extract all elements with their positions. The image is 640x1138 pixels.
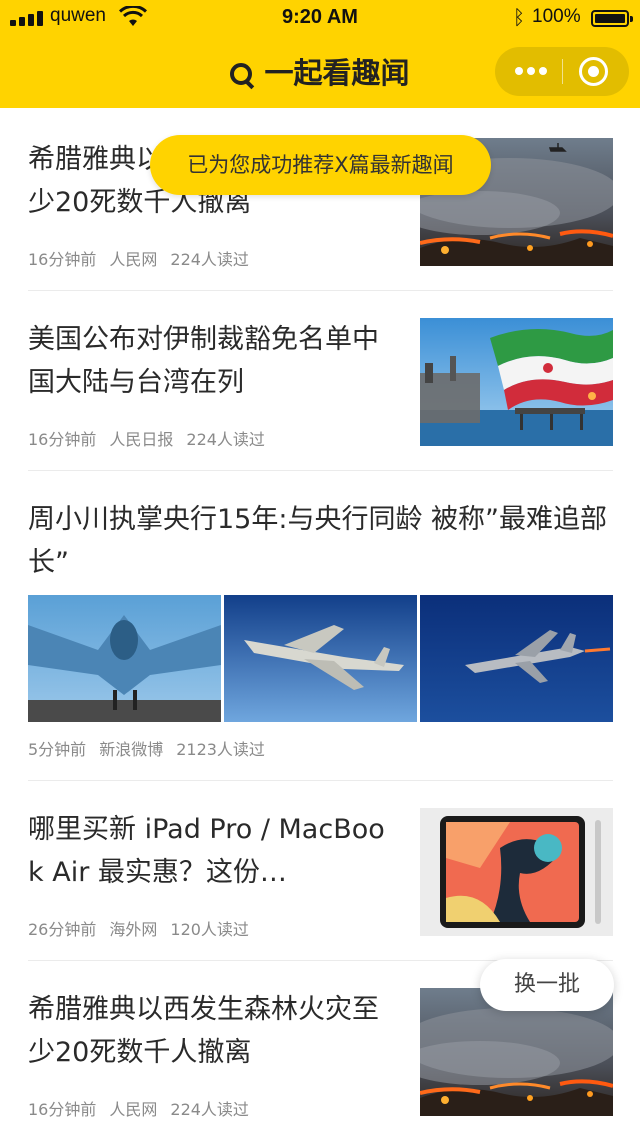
article-time: 26分钟前 xyxy=(28,920,97,939)
article-meta: 16分钟前 人民网 224人读过 xyxy=(28,1096,262,1120)
article-meta: 26分钟前 海外网 120人读过 xyxy=(28,916,262,940)
article-meta: 16分钟前 人民日报 224人读过 xyxy=(28,426,278,450)
battery-icon xyxy=(591,10,633,27)
iran-flag-oil-rig-photo xyxy=(420,318,613,446)
article-item[interactable]: 哪里买新 iPad Pro / MacBook Air 最实惠？这份… 26分钟… xyxy=(28,808,613,943)
article-reads: 2123人读过 xyxy=(176,740,265,759)
article-source: 人民网 xyxy=(109,1100,158,1119)
page-title-text: 一起看趣闻 xyxy=(264,56,410,90)
refresh-batch-button[interactable]: 换一批 xyxy=(480,959,614,1011)
divider xyxy=(28,290,613,291)
f14-jet-photo xyxy=(224,595,417,722)
battery-percent: 100% xyxy=(532,6,581,27)
article-title: 美国公布对伊制裁豁免名单中国大陆与台湾在列 xyxy=(28,324,379,398)
status-bar: quwen 9:20 AM ᛒ 100% xyxy=(0,0,640,38)
f16-jet-photo xyxy=(420,595,613,722)
article-item[interactable]: 周小川执掌央行15年:与央行同龄 被称”最难追部长” 5分钟前 新浪微博 212… xyxy=(28,498,613,763)
close-miniprogram-icon[interactable] xyxy=(579,57,608,86)
more-menu-icon[interactable] xyxy=(513,65,549,77)
recommendation-toast: 已为您成功推荐X篇最新趣闻 xyxy=(150,135,491,195)
article-time: 16分钟前 xyxy=(28,430,97,449)
top-bar: quwen 9:20 AM ᛒ 100% 一起看趣闻 xyxy=(0,0,640,108)
article-item[interactable]: 美国公布对伊制裁豁免名单中国大陆与台湾在列 16分钟前 人民日报 224人读过 xyxy=(28,318,613,453)
miniprogram-capsule xyxy=(495,47,629,96)
article-source: 新浪微博 xyxy=(99,740,164,759)
article-reads: 224人读过 xyxy=(170,1100,249,1119)
article-source: 人民网 xyxy=(109,250,158,269)
article-reads: 120人读过 xyxy=(170,920,249,939)
article-title: 希腊雅典以西发生森林火灾至少20死数千人撤离 xyxy=(28,994,379,1068)
bluetooth-icon: ᛒ xyxy=(513,5,525,29)
article-meta: 16分钟前 人民网 224人读过 xyxy=(28,246,262,270)
article-time: 5分钟前 xyxy=(28,740,87,759)
divider xyxy=(28,780,613,781)
article-reads: 224人读过 xyxy=(170,250,249,269)
capsule-divider xyxy=(562,59,563,84)
stealth-fighter-photo xyxy=(28,595,221,722)
article-title: 周小川执掌央行15年:与央行同龄 被称”最难追部长” xyxy=(28,504,608,578)
divider xyxy=(28,470,613,471)
article-time: 16分钟前 xyxy=(28,250,97,269)
article-title: 哪里买新 iPad Pro / MacBook Air 最实惠？这份… xyxy=(28,814,385,888)
article-source: 海外网 xyxy=(109,920,158,939)
article-source: 人民日报 xyxy=(109,430,174,449)
article-time: 16分钟前 xyxy=(28,1100,97,1119)
logo-q-icon xyxy=(230,63,253,85)
article-reads: 224人读过 xyxy=(186,430,265,449)
ipad-pro-photo xyxy=(420,808,613,936)
article-meta: 5分钟前 新浪微博 2123人读过 xyxy=(28,736,278,760)
